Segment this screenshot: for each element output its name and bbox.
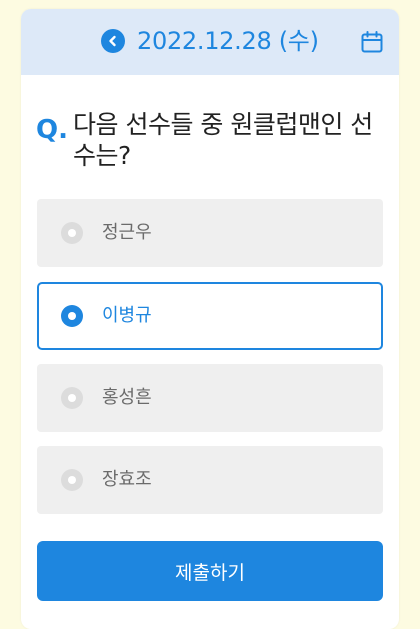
- answer-option-label: 홍성흔: [102, 387, 152, 408]
- calendar-icon[interactable]: [360, 30, 384, 54]
- answer-option-label: 이병규: [102, 305, 152, 326]
- current-date: 2022.12.28 (수): [137, 27, 319, 55]
- answer-option-1[interactable]: 정근우: [37, 199, 383, 267]
- answer-option-label: 장효조: [102, 469, 152, 490]
- chevron-left-circle-icon[interactable]: [101, 29, 125, 53]
- answer-option-4[interactable]: 장효조: [37, 446, 383, 514]
- date-navigation: 2022.12.28 (수): [101, 26, 319, 56]
- answer-option-label: 정근우: [102, 222, 152, 243]
- answer-option-2[interactable]: 이병규: [37, 282, 383, 350]
- chevron-left-icon: [109, 35, 116, 47]
- radio-button[interactable]: [61, 469, 83, 491]
- question-marker: Q.: [36, 115, 68, 145]
- quiz-card: 2022.12.28 (수) Q. 다음 선수들 중 원클럽맨인 선수는? 정근…: [21, 9, 399, 629]
- radio-button-selected[interactable]: [61, 305, 83, 327]
- radio-button[interactable]: [61, 387, 83, 409]
- question-text: 다음 선수들 중 원클럽맨인 선수는?: [73, 110, 373, 170]
- submit-button[interactable]: 제출하기: [37, 541, 383, 601]
- radio-button[interactable]: [61, 222, 83, 244]
- date-header: 2022.12.28 (수): [21, 9, 399, 75]
- answer-option-3[interactable]: 홍성흔: [37, 364, 383, 432]
- question-block: Q. 다음 선수들 중 원클럽맨인 선수는?: [36, 109, 386, 171]
